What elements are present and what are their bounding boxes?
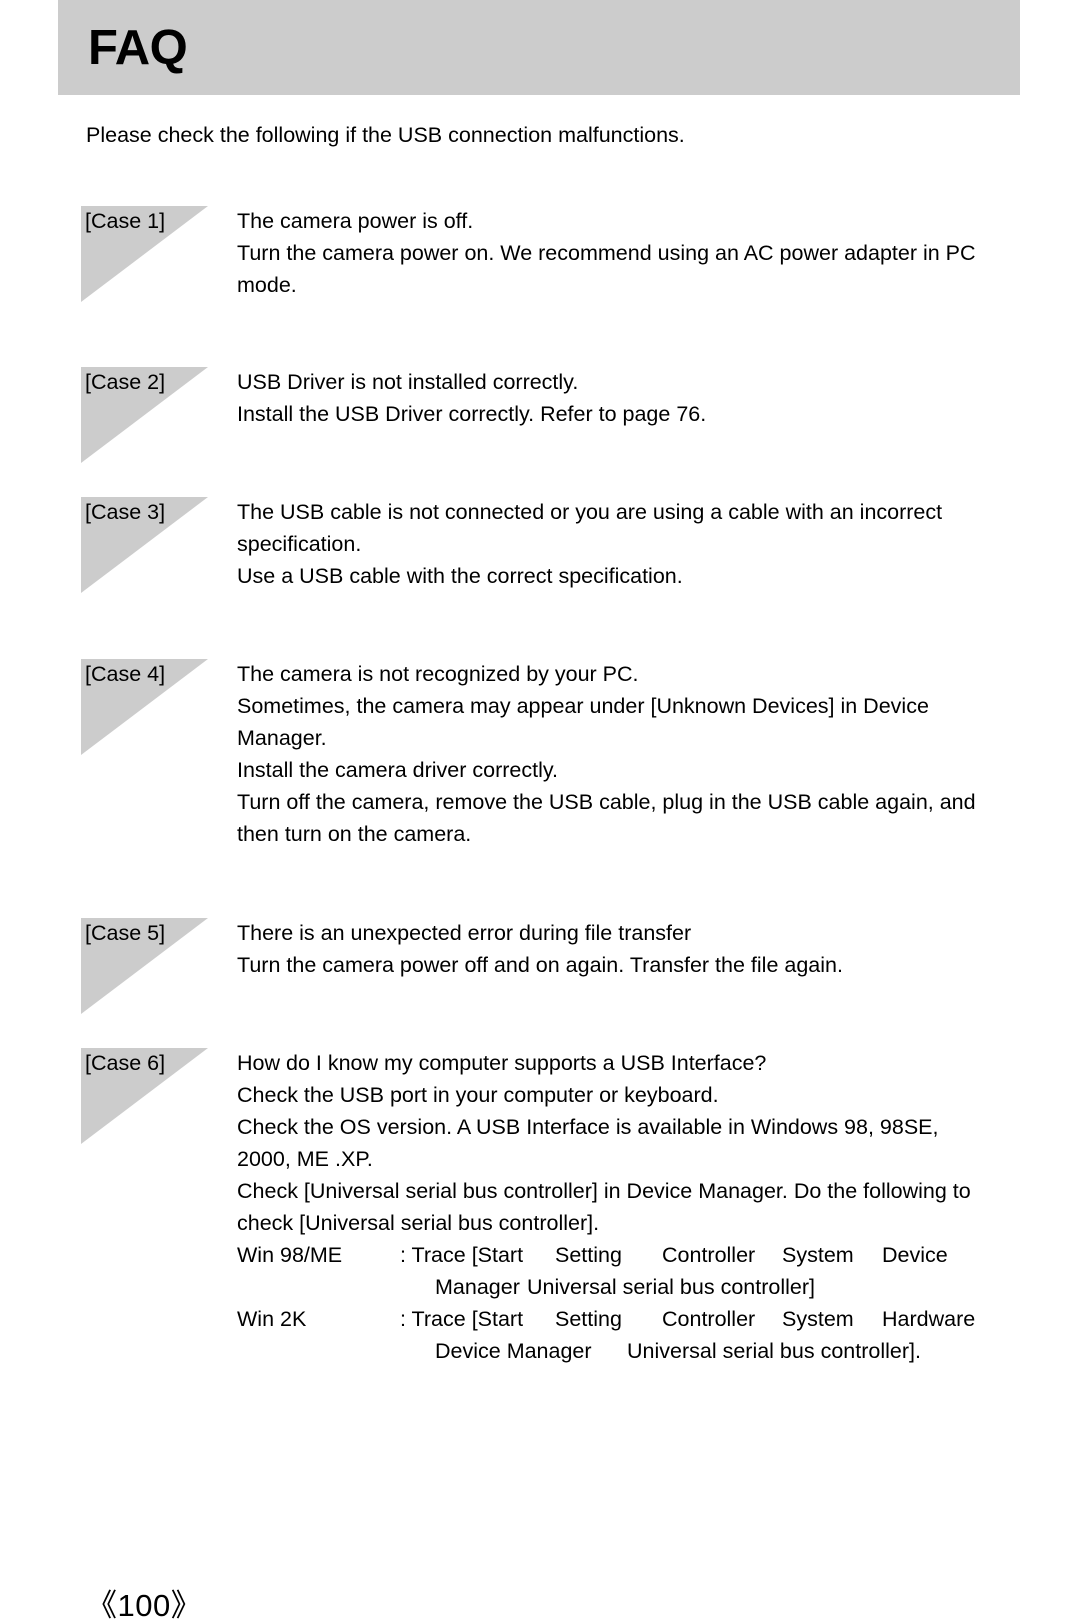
os-trace-row-win2k-continued: Device Manager Universal serial bus cont… xyxy=(237,1335,1037,1367)
case-label: [Case 4] xyxy=(85,662,166,686)
page-title: FAQ xyxy=(88,21,188,75)
page-number: 《100》 xyxy=(86,1588,203,1623)
case-text-lines: How do I know my computer supports a USB… xyxy=(237,1047,1037,1367)
os-trace-step: Manager xyxy=(435,1275,520,1299)
os-label: Win 2K xyxy=(237,1307,307,1331)
case-text-lines: The camera is not recognized by your PC.… xyxy=(237,658,1037,850)
case-line: specification. xyxy=(237,532,362,556)
case-line: Check the OS version. A USB Interface is… xyxy=(237,1115,939,1139)
case-line: check [Universal serial bus controller]. xyxy=(237,1211,600,1235)
case-marker-triangle-icon: [Case 3] xyxy=(81,497,208,593)
case-line: Install the camera driver correctly. xyxy=(237,758,559,782)
os-trace-step: Controller xyxy=(662,1307,756,1331)
case-line: Use a USB cable with the correct specifi… xyxy=(237,564,683,588)
case-line: 2000, ME .XP. xyxy=(237,1147,373,1171)
os-trace-step: Device xyxy=(882,1243,948,1267)
case-line: The camera power is off. xyxy=(237,209,474,233)
case-label: [Case 1] xyxy=(85,209,166,233)
case-marker-triangle-icon: [Case 5] xyxy=(81,918,208,1014)
os-trace-step: Setting xyxy=(555,1307,622,1331)
case-line: Check [Universal serial bus controller] … xyxy=(237,1179,971,1203)
header-bar: FAQ xyxy=(58,0,1020,95)
case-line: The USB cable is not connected or you ar… xyxy=(237,500,943,524)
case-marker-triangle-icon: [Case 2] xyxy=(81,367,208,463)
os-trace-step: Device Manager xyxy=(435,1339,592,1363)
case-text-lines: The camera power is off. Turn the camera… xyxy=(237,205,1037,301)
os-trace-row-win98me-continued: Manager Universal serial bus controller] xyxy=(237,1271,1037,1303)
os-trace-step: Universal serial bus controller] xyxy=(527,1275,815,1299)
os-trace-row-win2k: Win 2K : Trace [Start Setting Controller… xyxy=(237,1303,1037,1335)
os-trace-step: Hardware xyxy=(882,1307,976,1331)
case-line: then turn on the camera. xyxy=(237,822,472,846)
case-marker-triangle-icon: [Case 6] xyxy=(81,1048,208,1144)
case-text-lines: There is an unexpected error during file… xyxy=(237,917,1037,981)
case-line: USB Driver is not installed correctly. xyxy=(237,370,579,394)
os-trace-step: System xyxy=(782,1243,854,1267)
case-label: [Case 5] xyxy=(85,921,166,945)
case-label: [Case 3] xyxy=(85,500,166,524)
os-trace-step: System xyxy=(782,1307,854,1331)
case-line: Turn off the camera, remove the USB cabl… xyxy=(237,790,976,814)
case-line: Turn the camera power off and on again. … xyxy=(237,953,843,977)
os-trace-row-win98me: Win 98/ME : Trace [Start Setting Control… xyxy=(237,1239,1037,1271)
case-marker-triangle-icon: [Case 4] xyxy=(81,659,208,755)
case-line: Check the USB port in your computer or k… xyxy=(237,1083,719,1107)
os-trace-step: Controller xyxy=(662,1243,756,1267)
case-text-lines: USB Driver is not installed correctly. I… xyxy=(237,366,1037,430)
os-trace-step: Universal serial bus controller]. xyxy=(627,1339,921,1363)
case-label: [Case 2] xyxy=(85,370,166,394)
os-trace-start: : Trace [Start xyxy=(400,1243,524,1267)
case-line: mode. xyxy=(237,273,297,297)
case-line: Install the USB Driver correctly. Refer … xyxy=(237,402,707,426)
case-text-lines: The USB cable is not connected or you ar… xyxy=(237,496,1037,592)
case-line: There is an unexpected error during file… xyxy=(237,921,692,945)
case-line: Manager. xyxy=(237,726,327,750)
case-line: Turn the camera power on. We recommend u… xyxy=(237,241,976,265)
case-line: How do I know my computer supports a USB… xyxy=(237,1051,767,1075)
case-line: The camera is not recognized by your PC. xyxy=(237,662,639,686)
case-marker-triangle-icon: [Case 1] xyxy=(81,206,208,302)
intro-text: Please check the following if the USB co… xyxy=(86,123,685,147)
os-trace-start: : Trace [Start xyxy=(400,1307,524,1331)
os-label: Win 98/ME xyxy=(237,1243,343,1267)
case-label: [Case 6] xyxy=(85,1051,166,1075)
os-trace-step: Setting xyxy=(555,1243,622,1267)
case-line: Sometimes, the camera may appear under [… xyxy=(237,694,929,718)
